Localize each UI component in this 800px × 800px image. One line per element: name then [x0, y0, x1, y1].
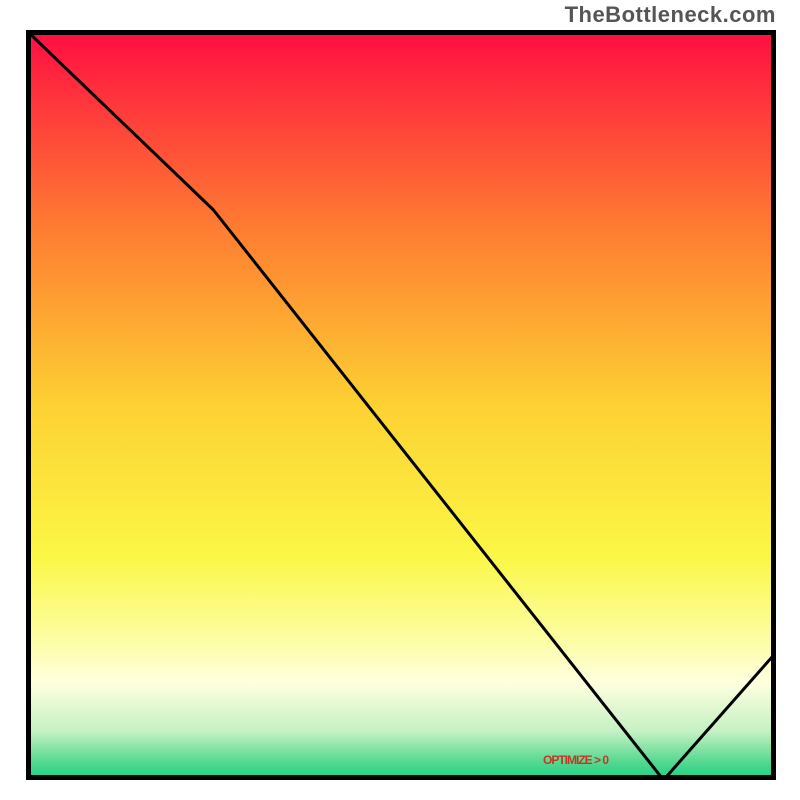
plot-area: OPTIMIZE > 0: [26, 30, 776, 780]
optimum-marker-label: OPTIMIZE > 0: [543, 753, 608, 767]
chart-container: TheBottleneck.com OPTIMIZE > 0: [0, 0, 800, 800]
chart-svg: [26, 30, 776, 780]
chart-background: [26, 30, 776, 780]
watermark-text: TheBottleneck.com: [565, 2, 776, 28]
